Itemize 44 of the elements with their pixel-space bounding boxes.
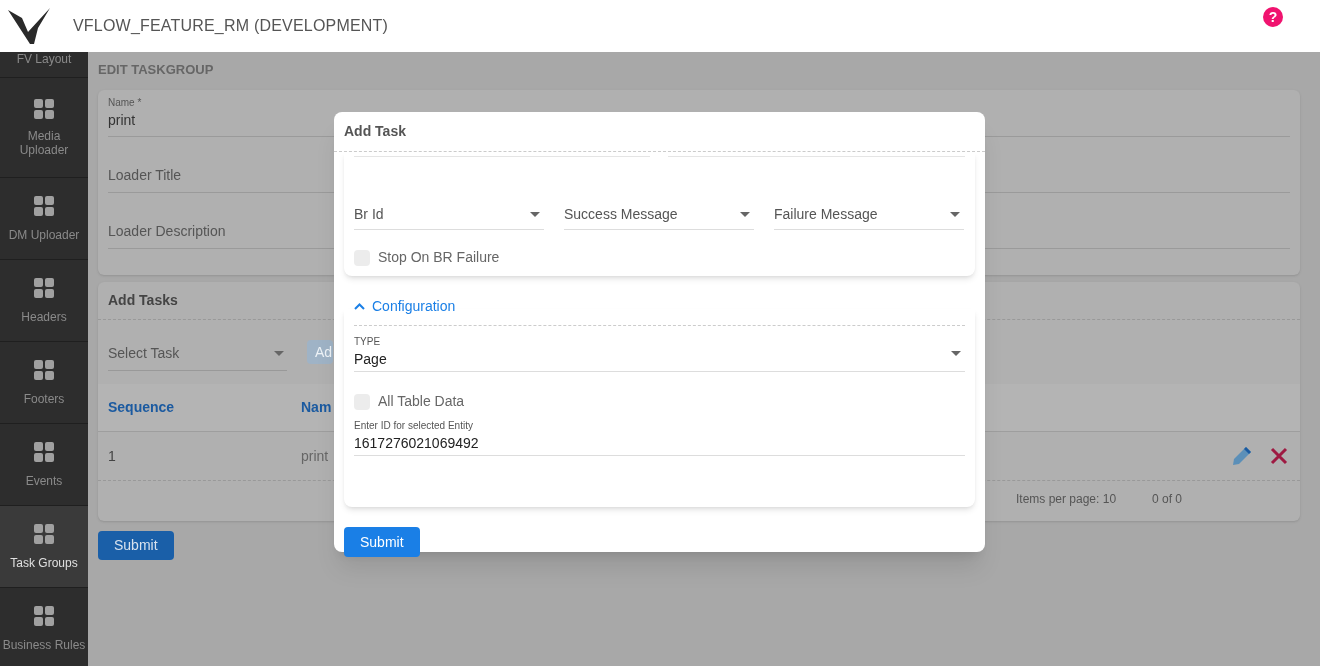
- sidebar-item[interactable]: Footers: [0, 342, 88, 424]
- column-header[interactable]: Sequence: [108, 397, 301, 418]
- caret-icon: [530, 212, 540, 217]
- page-range: 0 of 0: [1152, 491, 1183, 508]
- grid-icon: [34, 523, 54, 544]
- grid-icon: [34, 359, 54, 380]
- app-title: VFLOW_FEATURE_RM (DEVELOPMENT): [73, 16, 389, 36]
- page-heading: EDIT TASKGROUP: [98, 62, 215, 79]
- table-cell-text: print: [301, 446, 329, 466]
- caret-icon: [951, 350, 961, 356]
- submit-button[interactable]: Submit: [344, 527, 420, 557]
- chevron-up-icon: [354, 303, 365, 310]
- grid-icon: [34, 441, 54, 462]
- sidebar-item[interactable]: DM Uploader: [0, 178, 88, 260]
- caret-icon: [950, 212, 960, 217]
- submit-button[interactable]: Submit: [98, 531, 174, 560]
- grid-icon: [34, 605, 54, 626]
- help-button[interactable]: ?: [1263, 7, 1283, 27]
- select-field[interactable]: Failure Message: [774, 200, 964, 230]
- column-header[interactable]: Nam: [301, 397, 332, 418]
- table-cell-text: 1: [108, 446, 117, 466]
- section-title: Add Tasks: [108, 291, 178, 310]
- grid-icon: [34, 195, 54, 216]
- grid-icon: [34, 277, 54, 298]
- items-per-page[interactable]: Items per page: 10: [1016, 490, 1152, 508]
- select-field[interactable]: Success Message: [564, 200, 754, 230]
- sidebar-item[interactable]: FV Layout: [0, 52, 88, 78]
- select-field[interactable]: TYPE Page: [354, 335, 965, 372]
- grid-icon: [34, 98, 54, 119]
- caret-icon: [274, 351, 284, 356]
- caret-icon: [740, 212, 750, 217]
- configuration-toggle[interactable]: Configuration: [354, 296, 456, 317]
- select-field[interactable]: Select Task: [108, 337, 287, 371]
- edit-icon[interactable]: [1232, 446, 1252, 466]
- sidebar-item[interactable]: Business Rules: [0, 588, 88, 666]
- sidebar-item[interactable]: Media Uploader: [0, 78, 88, 178]
- delete-icon[interactable]: [1270, 447, 1288, 465]
- modal-title: Add Task: [344, 122, 406, 141]
- select-field[interactable]: Br Id: [354, 200, 544, 230]
- sidebar-item[interactable]: Headers: [0, 260, 88, 342]
- text-field[interactable]: Enter ID for selected Entity 1617276021069492: [354, 419, 965, 456]
- checkbox[interactable]: All Table Data: [354, 391, 965, 412]
- sidebar-item[interactable]: Task Groups: [0, 506, 88, 588]
- checkbox[interactable]: Stop On BR Failure: [354, 247, 965, 268]
